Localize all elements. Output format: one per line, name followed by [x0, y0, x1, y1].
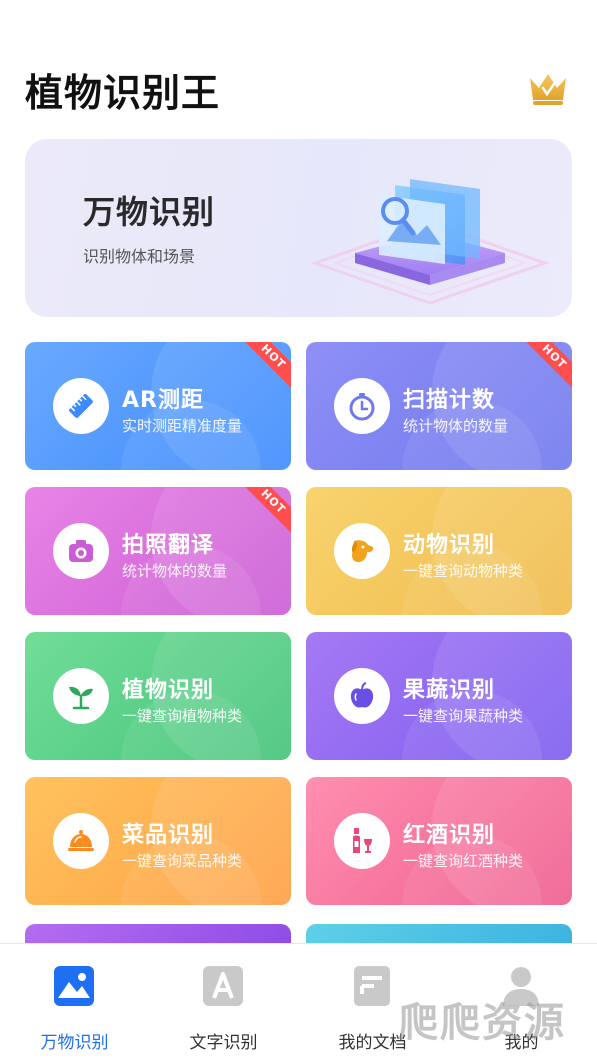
- ruler-icon: [53, 378, 109, 434]
- dog-icon: [334, 523, 390, 579]
- hero-title: 万物识别: [83, 193, 216, 231]
- header: 植物识别王: [0, 0, 597, 130]
- card-title: 植物识别: [122, 678, 215, 703]
- card-title: AR测距: [122, 388, 204, 413]
- card-subtitle: 一键查询植物种类: [122, 707, 243, 725]
- app-title: 植物识别王: [25, 71, 221, 115]
- hero-subtitle: 识别物体和场景: [83, 247, 196, 266]
- hero-banner[interactable]: 万物识别 识别物体和场景: [25, 139, 572, 317]
- camera-icon: [53, 523, 109, 579]
- card-title: 扫描计数: [403, 388, 496, 413]
- tab-text-recognition[interactable]: 文字识别: [149, 944, 298, 1063]
- card-fruit-vegetable[interactable]: 果蔬识别 一键查询果蔬种类: [306, 632, 572, 760]
- card-title: 红酒识别: [403, 823, 496, 848]
- image-search-illustration: [310, 179, 550, 305]
- card-wine-recognition[interactable]: 红酒识别 一键查询红酒种类: [306, 777, 572, 905]
- card-title: 菜品识别: [122, 823, 215, 848]
- watermark-text: 爬爬资源: [398, 1000, 566, 1046]
- card-title: 果蔬识别: [403, 678, 496, 703]
- card-title: 动物识别: [403, 533, 496, 558]
- card-subtitle: 统计物体的数量: [122, 562, 228, 580]
- wine-icon: [334, 813, 390, 869]
- card-photo-translate[interactable]: HOT 拍照翻译 统计物体的数量: [25, 487, 291, 615]
- tab-label: 万物识别: [40, 1033, 109, 1053]
- card-ar-measure[interactable]: HOT AR测距 实时测距精准度量: [25, 342, 291, 470]
- card-dish-recognition[interactable]: 菜品识别 一键查询菜品种类: [25, 777, 291, 905]
- cloche-icon: [53, 813, 109, 869]
- card-subtitle: 实时测距精准度量: [122, 417, 243, 435]
- crown-icon[interactable]: [526, 68, 570, 108]
- card-title: 拍照翻译: [122, 533, 215, 558]
- tab-object-recognition[interactable]: 万物识别: [0, 944, 149, 1063]
- card-subtitle: 一键查询果蔬种类: [403, 707, 524, 725]
- document-icon: [354, 966, 390, 1006]
- apple-icon: [334, 668, 390, 724]
- card-subtitle: 统计物体的数量: [403, 417, 509, 435]
- stopwatch-icon: [334, 378, 390, 434]
- tab-label: 文字识别: [189, 1033, 258, 1053]
- sprout-icon: [53, 668, 109, 724]
- card-subtitle: 一键查询菜品种类: [122, 852, 243, 870]
- text-a-icon: [203, 966, 243, 1006]
- card-plant-recognition[interactable]: 植物识别 一键查询植物种类: [25, 632, 291, 760]
- image-icon: [54, 966, 94, 1006]
- card-scan-count[interactable]: HOT 扫描计数 统计物体的数量: [306, 342, 572, 470]
- card-animal-recognition[interactable]: 动物识别 一键查询动物种类: [306, 487, 572, 615]
- card-subtitle: 一键查询红酒种类: [403, 852, 524, 870]
- card-subtitle: 一键查询动物种类: [403, 562, 524, 580]
